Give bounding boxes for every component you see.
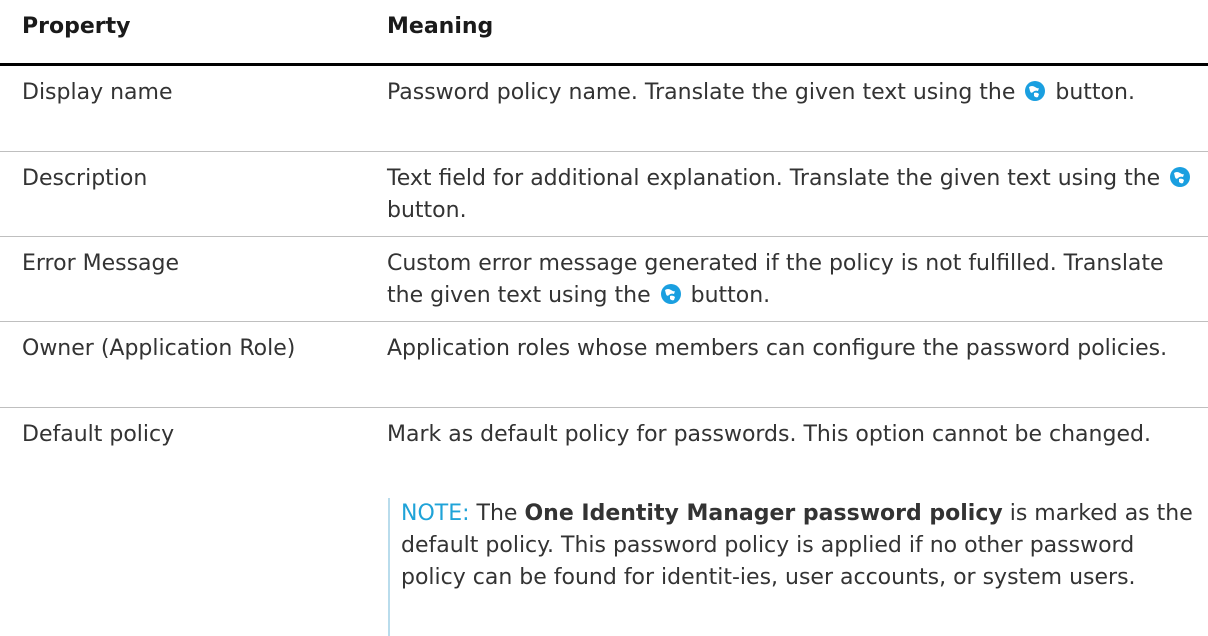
note-callout: NOTE: The One Identity Manager password … [388, 498, 1198, 636]
header-meaning: Meaning [387, 14, 494, 39]
note-label: NOTE: [401, 501, 470, 526]
meaning-cell: Text field for additional explanation. T… [387, 163, 1195, 227]
globe-translate-icon [1170, 167, 1191, 187]
header-property: Property [22, 14, 131, 39]
meaning-cell: Application roles whose members can conf… [387, 336, 1168, 361]
meaning-text: Text field for additional explanation. T… [387, 166, 1161, 191]
meaning-cell: Custom error message generated if the po… [387, 248, 1195, 312]
table-row: Description Text field for additional ex… [0, 152, 1208, 237]
property-table: Property Meaning Display name Password p… [0, 0, 1208, 636]
meaning-text: Password policy name. Translate the give… [387, 80, 1016, 105]
property-cell: Owner (Application Role) [22, 336, 296, 361]
globe-translate-icon [660, 284, 681, 304]
table-row: Error Message Custom error message gener… [0, 237, 1208, 322]
property-cell: Display name [22, 80, 173, 105]
globe-translate-icon [1025, 81, 1046, 101]
meaning-cell: Mark as default policy for passwords. Th… [387, 422, 1151, 447]
meaning-cell: Password policy name. Translate the give… [387, 77, 1195, 109]
table-header: Property Meaning [0, 0, 1208, 66]
meaning-text: Custom error message generated if the po… [387, 251, 1164, 308]
meaning-text-tail: button. [387, 198, 467, 223]
meaning-text-tail: button. [690, 283, 771, 308]
property-cell: Error Message [22, 251, 180, 276]
meaning-text-tail: button. [1055, 80, 1135, 105]
property-cell: Description [22, 166, 148, 191]
note-bold-text: One Identity Manager password policy [524, 501, 1003, 526]
note-text: The [476, 501, 518, 526]
property-cell: Default policy [22, 422, 175, 447]
table-row: Default policy Mark as default policy fo… [0, 408, 1208, 636]
table-row: Display name Password policy name. Trans… [0, 66, 1208, 152]
table-row: Owner (Application Role) Application rol… [0, 322, 1208, 408]
